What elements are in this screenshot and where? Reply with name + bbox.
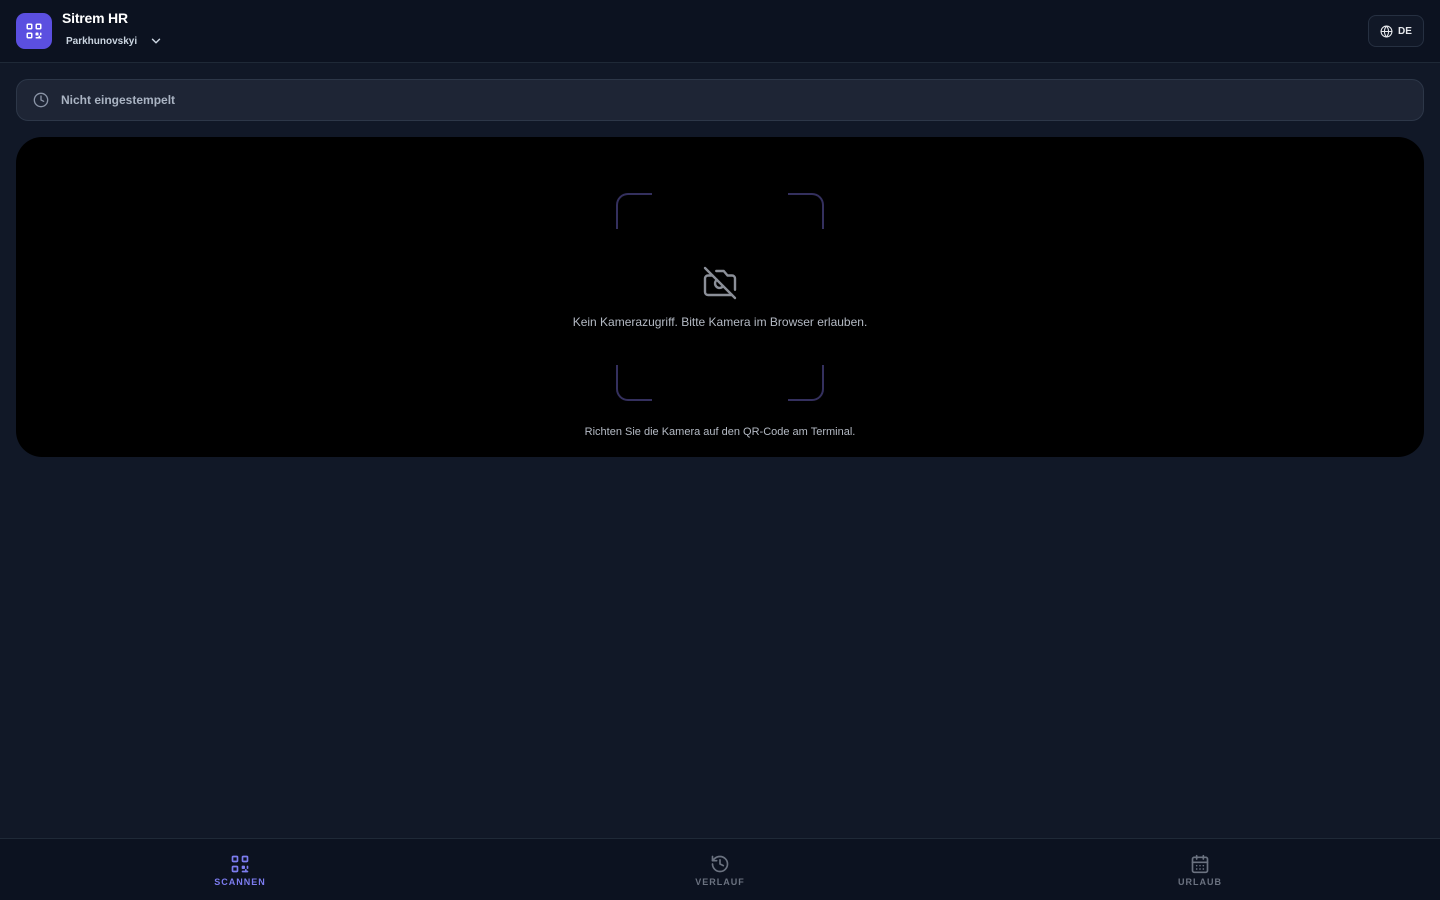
app-title: Sitrem HR — [62, 10, 128, 26]
nav-item-verlauf[interactable]: VERLAUF — [480, 839, 960, 900]
status-text: Nicht eingestempelt — [61, 93, 176, 107]
clock-status-bar: Nicht eingestempelt — [16, 79, 1424, 121]
camera-off-icon — [703, 266, 737, 300]
user-dropdown[interactable]: Parkhunovskyi — [62, 31, 167, 51]
qr-code-icon — [26, 23, 42, 39]
scan-frame-corner — [616, 365, 652, 401]
scan-hint: Richten Sie die Kamera auf den QR-Code a… — [584, 426, 856, 438]
app-root: Sitrem HR Parkhunovskyi DE Nicht eingest… — [0, 0, 1440, 900]
camera-viewport: Kein Kamerazugriff. Bitte Kamera im Brow… — [16, 137, 1424, 457]
scan-frame-corner — [616, 193, 652, 229]
nav-item-urlaub[interactable]: URLAUB — [960, 839, 1440, 900]
nav-label-verlauf: VERLAUF — [695, 876, 745, 887]
nav-label-scannen: SCANNEN — [214, 876, 266, 887]
nav-item-scannen[interactable]: SCANNEN — [0, 839, 480, 900]
language-button[interactable]: DE — [1368, 15, 1424, 47]
user-name: Parkhunovskyi — [66, 35, 138, 47]
clock-icon — [33, 92, 49, 108]
top-header: Sitrem HR Parkhunovskyi DE — [0, 0, 1440, 63]
language-label: DE — [1398, 25, 1412, 37]
nav-label-urlaub: URLAUB — [1178, 876, 1222, 887]
scan-frame-corner — [788, 365, 824, 401]
scan-frame-corner — [788, 193, 824, 229]
history-icon — [711, 855, 729, 872]
qr-code-icon — [231, 855, 249, 872]
bottom-navigation: SCANNEN VERLAUF URLAUB — [0, 838, 1440, 900]
globe-icon — [1380, 25, 1393, 37]
camera-error-message: Kein Kamerazugriff. Bitte Kamera im Brow… — [572, 315, 868, 329]
chevron-down-icon — [151, 38, 161, 44]
calendar-icon — [1191, 854, 1209, 873]
app-logo — [16, 13, 52, 49]
